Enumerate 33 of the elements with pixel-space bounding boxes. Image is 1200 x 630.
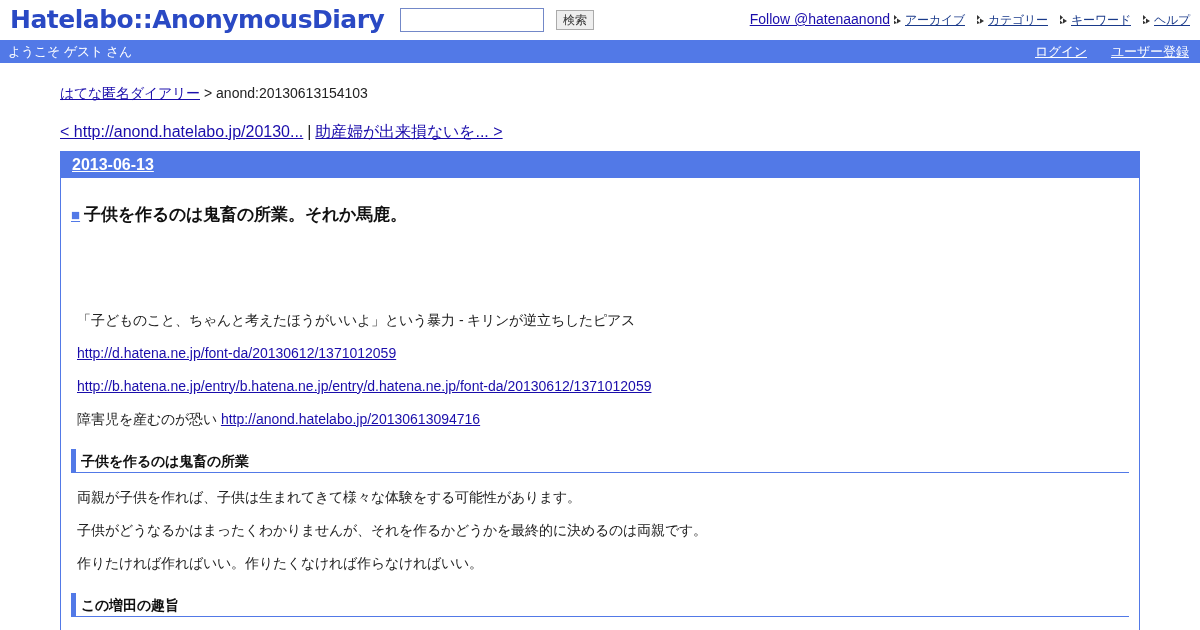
- previous-link[interactable]: < http://anond.hatelabo.jp/20130...: [60, 120, 304, 144]
- date-link[interactable]: 2013-06-13: [72, 153, 154, 177]
- nav-link[interactable]: ヘルプ: [1154, 10, 1190, 29]
- follow-link[interactable]: Follow @hatenaanond: [749, 9, 890, 30]
- section-heading: この増田の趣旨: [71, 592, 1129, 617]
- paragraph: 子供がどうなるかはまったくわかりませんが、それを作るかどうかを最終的に決めるのは両親です。: [77, 520, 708, 540]
- arrow-icon: [977, 15, 984, 24]
- paragraph: 障害児を産むのが恐い http://anond.hatelabo.jp/20130613094716: [77, 409, 482, 429]
- url-link[interactable]: http://anond.hatelabo.jp/20130613094716: [220, 410, 481, 427]
- url-link[interactable]: http://d.hatena.ne.jp/font-da/20130612/1371012059: [77, 344, 397, 361]
- paragraph: 作りたければ作ればいい。作りたくなければ作らなければいい。: [77, 553, 484, 573]
- breadcrumb-link[interactable]: はてな匿名ダイアリー: [60, 83, 200, 104]
- section-heading: 子供を作るのは鬼畜の所業: [71, 448, 1129, 473]
- arrow-icon: [1143, 15, 1150, 24]
- paragraph: 両親が子供を作れば、子供は生まれてきて様々な体験をする可能性があります。: [77, 487, 582, 507]
- breadcrumb-current: > anond:20130613154103: [204, 84, 368, 103]
- separator-text: |: [307, 122, 312, 142]
- greeting-text: ようこそ ゲスト さん: [8, 42, 133, 61]
- account-link[interactable]: ログイン: [1035, 41, 1087, 62]
- nav-link[interactable]: アーカイブ: [905, 10, 965, 29]
- arrow-icon: [1060, 15, 1067, 24]
- nav-link[interactable]: カテゴリー: [988, 10, 1048, 29]
- entry-title: 子供を作るのは鬼畜の所業。それか馬鹿。: [84, 204, 408, 226]
- url-link[interactable]: http://b.hatena.ne.jp/entry/b.hatena.ne.jp/entry/d.hatena.ne.jp/font-da/20130612/1371012059: [77, 377, 652, 394]
- next-link[interactable]: 助産婦が出来損ないを... >: [315, 120, 503, 144]
- account-link[interactable]: ユーザー登録: [1111, 41, 1189, 62]
- arrow-icon: [894, 15, 901, 24]
- search-button[interactable]: 検索: [556, 10, 595, 30]
- entry-anchor-link[interactable]: ■: [71, 203, 81, 226]
- paragraph: 「子どものこと、ちゃんと考えたほうがいいよ」という暴力 - キリンが逆立ちしたピアス: [77, 310, 637, 330]
- nav-link[interactable]: キーワード: [1071, 10, 1131, 29]
- logo-link[interactable]: Hatelabo::AnonymousDiary: [10, 1, 385, 39]
- search-field[interactable]: [400, 8, 545, 32]
